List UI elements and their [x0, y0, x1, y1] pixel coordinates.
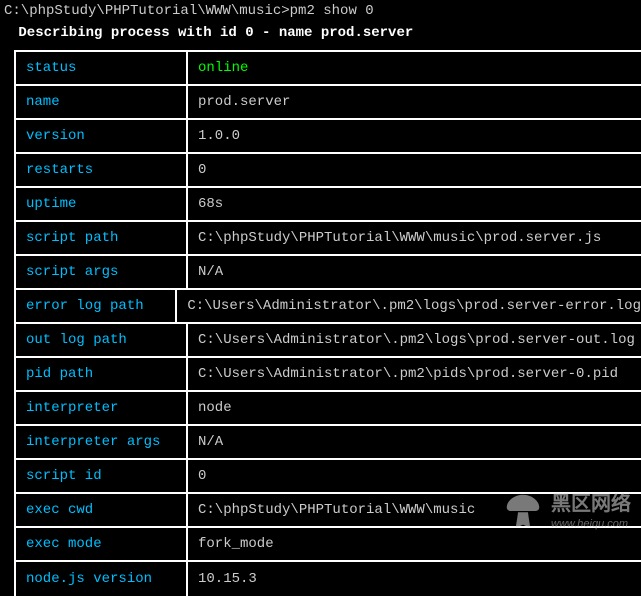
row-key: exec cwd — [16, 494, 188, 526]
row-key: status — [16, 52, 188, 84]
table-row: node.js version10.15.3 — [16, 562, 641, 596]
row-value: C:\phpStudy\PHPTutorial\WWW\music\prod.s… — [188, 229, 601, 247]
row-key: exec mode — [16, 528, 188, 560]
describe-header: Describing process with id 0 - name prod… — [0, 22, 641, 50]
row-key: script args — [16, 256, 188, 288]
table-row: interpreter argsN/A — [16, 426, 641, 460]
row-key: out log path — [16, 324, 188, 356]
row-value: N/A — [188, 433, 223, 451]
row-key: name — [16, 86, 188, 118]
table-row: exec modefork_mode — [16, 528, 641, 562]
row-value: 0 — [188, 467, 206, 485]
row-key: interpreter args — [16, 426, 188, 458]
row-value: 68s — [188, 195, 223, 213]
table-row: out log pathC:\Users\Administrator\.pm2\… — [16, 324, 641, 358]
row-value: node — [188, 399, 232, 417]
row-key: script path — [16, 222, 188, 254]
table-row: pid pathC:\Users\Administrator\.pm2\pids… — [16, 358, 641, 392]
row-value: 1.0.0 — [188, 127, 240, 145]
row-key: version — [16, 120, 188, 152]
row-value: online — [188, 59, 248, 77]
row-key: restarts — [16, 154, 188, 186]
row-key: uptime — [16, 188, 188, 220]
row-value: C:\Users\Administrator\.pm2\pids\prod.se… — [188, 365, 618, 383]
process-table: statusonlinenameprod.serverversion1.0.0r… — [14, 50, 641, 596]
table-row: exec cwdC:\phpStudy\PHPTutorial\WWW\musi… — [16, 494, 641, 528]
table-row: script pathC:\phpStudy\PHPTutorial\WWW\m… — [16, 222, 641, 256]
table-row: statusonline — [16, 52, 641, 86]
row-key: interpreter — [16, 392, 188, 424]
row-key: node.js version — [16, 562, 188, 596]
row-value: 0 — [188, 161, 206, 179]
table-row: uptime68s — [16, 188, 641, 222]
row-value: prod.server — [188, 93, 290, 111]
row-value: fork_mode — [188, 535, 274, 553]
row-key: pid path — [16, 358, 188, 390]
command-prompt: C:\phpStudy\PHPTutorial\WWW\music>pm2 sh… — [0, 0, 641, 22]
row-key: error log path — [16, 290, 177, 322]
table-row: script id0 — [16, 460, 641, 494]
table-row: interpreternode — [16, 392, 641, 426]
row-value: C:\Users\Administrator\.pm2\logs\prod.se… — [177, 297, 641, 315]
row-value: C:\phpStudy\PHPTutorial\WWW\music — [188, 501, 475, 519]
row-value: N/A — [188, 263, 223, 281]
table-row: script argsN/A — [16, 256, 641, 290]
row-value: C:\Users\Administrator\.pm2\logs\prod.se… — [188, 331, 635, 349]
table-row: restarts0 — [16, 154, 641, 188]
table-row: nameprod.server — [16, 86, 641, 120]
row-key: script id — [16, 460, 188, 492]
table-row: error log pathC:\Users\Administrator\.pm… — [16, 290, 641, 324]
row-value: 10.15.3 — [188, 570, 257, 588]
table-row: version1.0.0 — [16, 120, 641, 154]
